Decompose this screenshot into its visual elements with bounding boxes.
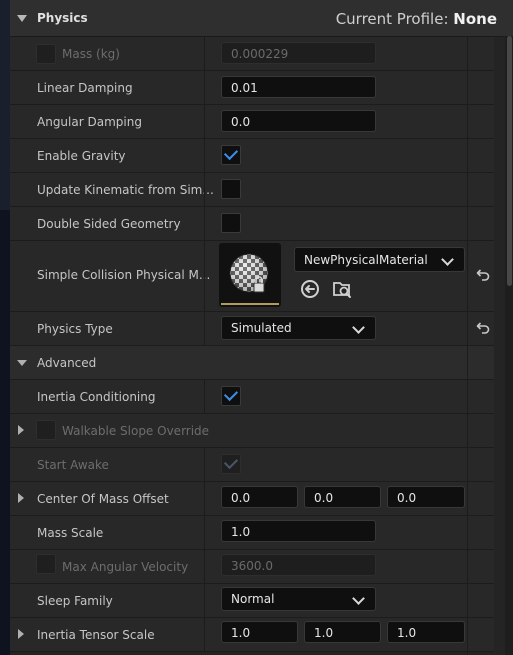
row-inertia-conditioning: Inertia Conditioning [10, 380, 494, 414]
checkmark-icon [223, 386, 239, 402]
row-inertia-tensor-scale: Inertia Tensor Scale 1.0 1.0 1.0 [10, 618, 494, 652]
expand-arrow-icon[interactable] [18, 425, 24, 435]
physics-type-dropdown[interactable]: Simulated [221, 316, 376, 340]
enable-gravity-checkbox[interactable] [221, 145, 241, 165]
collapse-arrow-icon[interactable] [17, 15, 27, 22]
chevron-down-icon [352, 592, 365, 605]
angular-damping-label: Angular Damping [37, 115, 142, 129]
row-mass-scale: Mass Scale 1.0 [10, 516, 494, 550]
sleep-family-value: Normal [231, 592, 275, 606]
row-enable-gravity: Enable Gravity [10, 139, 494, 173]
double-sided-checkbox[interactable] [221, 213, 241, 233]
max-angular-velocity-checkbox[interactable] [36, 554, 56, 574]
simple-collision-label: Simple Collision Physical M... [37, 268, 211, 282]
angular-damping-field[interactable]: 0.0 [221, 110, 376, 132]
background-strip [0, 0, 10, 655]
inertia-tensor-z-field[interactable]: 1.0 [387, 621, 465, 643]
inertia-tensor-x-field[interactable]: 1.0 [221, 621, 298, 643]
max-angular-velocity-label: Max Angular Velocity [62, 560, 189, 574]
mass-scale-label: Mass Scale [37, 526, 104, 540]
walkable-slope-checkbox[interactable] [36, 420, 56, 440]
start-awake-label: Start Awake [37, 458, 109, 472]
category-title: Physics [37, 11, 88, 25]
checkmark-icon [223, 145, 239, 161]
use-selected-icon[interactable] [299, 278, 321, 300]
physical-material-dropdown[interactable]: NewPhysicalMaterial [294, 247, 465, 272]
inertia-tensor-y-field[interactable]: 1.0 [304, 621, 381, 643]
mass-override-checkbox[interactable] [36, 44, 56, 64]
sleep-family-dropdown[interactable]: Normal [221, 587, 376, 611]
mass-label: Mass (kg) [62, 47, 120, 61]
advanced-section-header[interactable]: Advanced [10, 346, 494, 380]
row-mass: Mass (kg) 0.000229 [10, 37, 494, 71]
row-center-of-mass: Center Of Mass Offset 0.0 0.0 0.0 [10, 482, 494, 516]
checkmark-icon [223, 454, 239, 470]
thumbnail-accent-bar [221, 303, 279, 305]
row-update-kinematic: Update Kinematic from Sim... [10, 173, 494, 207]
material-sphere-icon [229, 253, 269, 293]
row-double-sided: Double Sided Geometry [10, 207, 494, 241]
current-profile: Current Profile: None [335, 10, 497, 28]
material-thumbnail[interactable] [219, 243, 281, 307]
scrollbar-thumb[interactable] [507, 36, 512, 286]
inertia-tensor-scale-label: Inertia Tensor Scale [37, 628, 155, 642]
advanced-label: Advanced [37, 356, 97, 370]
start-awake-checkbox [221, 454, 241, 474]
max-angular-velocity-field: 3600.0 [221, 554, 376, 576]
row-physics-type: Physics Type Simulated [10, 312, 494, 346]
expand-arrow-icon[interactable] [18, 493, 24, 503]
collapse-arrow-icon[interactable] [17, 360, 27, 366]
reset-arrow-icon[interactable] [474, 267, 490, 283]
update-kinematic-label: Update Kinematic from Sim... [37, 183, 214, 197]
details-panel: Physics Current Profile: None Mass (kg) … [10, 0, 513, 655]
linear-damping-field[interactable]: 0.01 [221, 76, 376, 98]
row-sleep-family: Sleep Family Normal [10, 584, 494, 618]
chevron-down-icon [352, 321, 365, 334]
physics-type-label: Physics Type [37, 322, 113, 336]
physics-category-header[interactable]: Physics Current Profile: None [10, 0, 513, 37]
linear-damping-label: Linear Damping [37, 81, 133, 95]
inertia-conditioning-label: Inertia Conditioning [37, 390, 156, 404]
mass-scale-field[interactable]: 1.0 [221, 520, 376, 542]
double-sided-label: Double Sided Geometry [37, 217, 181, 231]
row-linear-damping: Linear Damping 0.01 [10, 71, 494, 105]
expand-arrow-icon[interactable] [18, 629, 24, 639]
walkable-slope-label: Walkable Slope Override [62, 424, 210, 438]
row-walkable-slope: Walkable Slope Override [10, 414, 494, 448]
row-angular-damping: Angular Damping 0.0 [10, 105, 494, 139]
physical-material-value: NewPhysicalMaterial [304, 253, 428, 267]
physics-type-value: Simulated [231, 321, 292, 335]
update-kinematic-checkbox[interactable] [221, 179, 241, 199]
sleep-family-label: Sleep Family [37, 594, 113, 608]
inertia-conditioning-checkbox[interactable] [221, 386, 241, 406]
center-of-mass-y-field[interactable]: 0.0 [304, 486, 381, 508]
row-start-awake: Start Awake [10, 448, 494, 482]
chevron-down-icon [441, 253, 454, 266]
center-of-mass-z-field[interactable]: 0.0 [387, 486, 465, 508]
row-max-angular-velocity: Max Angular Velocity 3600.0 [10, 550, 494, 584]
center-of-mass-x-field[interactable]: 0.0 [221, 486, 298, 508]
enable-gravity-label: Enable Gravity [37, 149, 126, 163]
mass-field: 0.000229 [221, 42, 376, 64]
reset-arrow-icon[interactable] [474, 320, 490, 336]
browse-icon[interactable] [331, 278, 353, 300]
reset-column-divider [467, 36, 468, 655]
center-of-mass-label: Center Of Mass Offset [37, 492, 169, 506]
